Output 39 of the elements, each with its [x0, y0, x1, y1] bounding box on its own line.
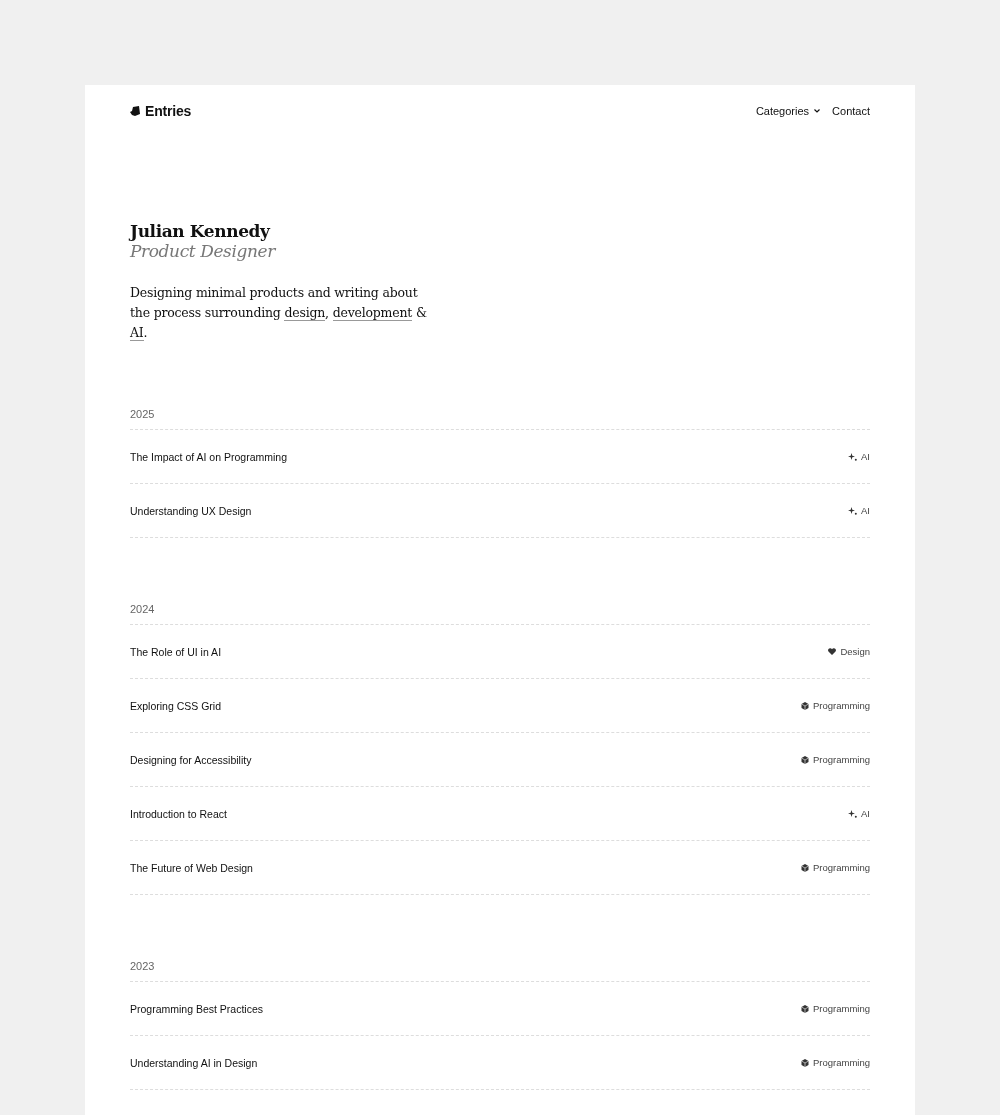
author-name: Julian Kennedy [130, 221, 272, 241]
category-label: AI [861, 505, 870, 516]
category-label: Programming [812, 754, 870, 765]
category-label: AI [861, 808, 870, 819]
category-label: Programming [812, 1057, 870, 1068]
year-heading: 2024 [130, 603, 156, 617]
category-label: Programming [812, 862, 870, 873]
intro-paragraph: Designing minimal products and writing about the process surrounding design, development & AI. [130, 284, 428, 343]
contact-link[interactable]: Contact [832, 105, 870, 117]
sparkle-icon [848, 809, 857, 818]
topic-link[interactable]: development [332, 305, 413, 321]
cube-icon [800, 863, 809, 872]
category-label: Programming [812, 1003, 870, 1014]
entry-title-link[interactable]: Introduction to React [130, 807, 227, 820]
cube-icon [800, 1004, 809, 1013]
sparkle-icon [848, 506, 857, 515]
entry-title-link[interactable]: The Role of UI in AI [130, 645, 222, 658]
logo-link[interactable]: Entries [130, 103, 192, 119]
cube-icon [800, 1058, 809, 1067]
entry-title-link[interactable]: Exploring CSS Grid [130, 699, 222, 712]
year-heading: 2023 [130, 960, 156, 974]
topic-link[interactable]: AI [130, 325, 144, 341]
entry-title-link[interactable]: The Future of Web Design [130, 861, 253, 874]
entry-title-link[interactable]: Designing for Accessibility [130, 753, 252, 766]
category-label: AI [861, 451, 870, 462]
author-role: Product Designer [130, 241, 277, 261]
cube-icon [800, 755, 809, 764]
category-label: Design [840, 646, 870, 657]
entry-title-link[interactable]: Programming Best Practices [130, 1002, 264, 1015]
entry-title-link[interactable]: Understanding AI in Design [130, 1056, 258, 1069]
sparkle-icon [848, 452, 857, 461]
cube-icon [800, 701, 809, 710]
categories-dropdown[interactable]: Categories [755, 105, 821, 117]
entry-title-link[interactable]: The Impact of AI on Programming [130, 450, 287, 463]
year-heading: 2025 [130, 408, 156, 422]
heart-icon [828, 648, 837, 655]
category-label: Programming [812, 700, 870, 711]
entry-title-link[interactable]: Understanding UX Design [130, 504, 252, 517]
chevron-down-icon [814, 109, 821, 113]
